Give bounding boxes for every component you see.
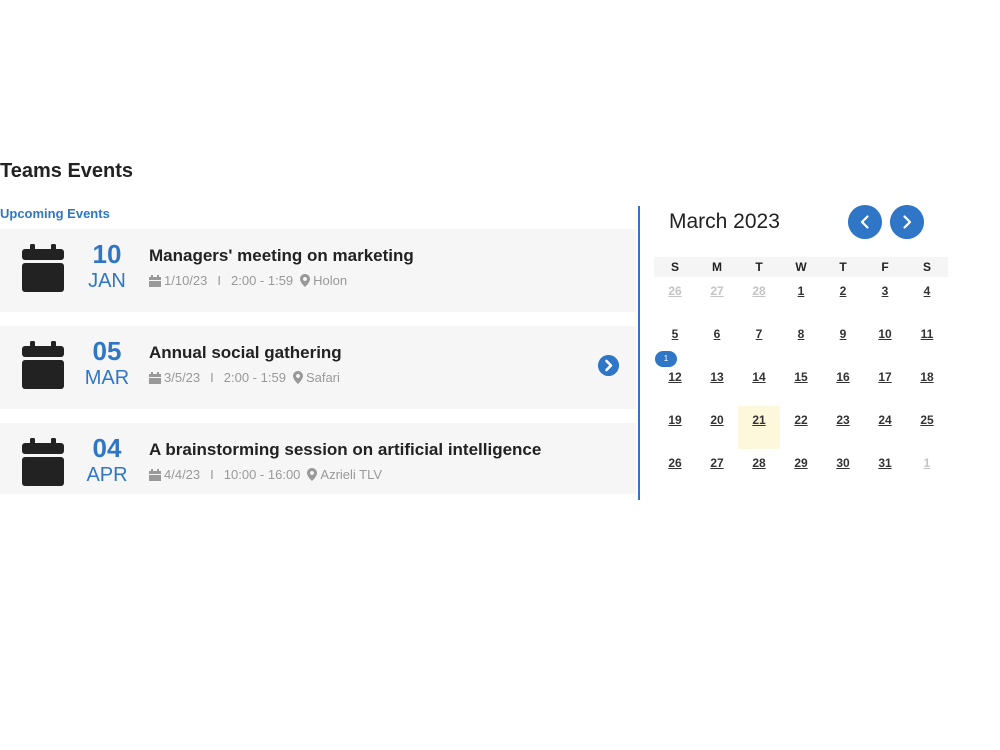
calendar-day[interactable]: 15 — [780, 363, 822, 406]
calendar-day[interactable]: 20 — [696, 406, 738, 449]
calendar-day-outside-month[interactable]: 26 — [654, 277, 696, 320]
calendar-day[interactable]: 2 — [822, 277, 864, 320]
calendar-day-with-event[interactable]: 5 1 — [654, 320, 696, 367]
calendar-day-outside-month[interactable]: 27 — [696, 277, 738, 320]
event-card[interactable]: 04 APR A brainstorming session on artifi… — [0, 423, 636, 494]
calendar-day[interactable]: 22 — [780, 406, 822, 449]
calendar-day[interactable]: 29 — [780, 449, 822, 492]
calendar-day[interactable]: 24 — [864, 406, 906, 449]
calendar-small-icon — [149, 274, 161, 287]
weekday-label: T — [755, 260, 763, 274]
calendar-day[interactable]: 17 — [864, 363, 906, 406]
calendar-day[interactable]: 4 — [906, 277, 948, 320]
meta-separator: I — [210, 467, 214, 482]
calendar-day[interactable]: 30 — [822, 449, 864, 492]
event-date-text: 3/5/23 — [164, 370, 201, 385]
weekday-header: S M T W T F S — [654, 257, 948, 277]
calendar-day[interactable]: 26 — [654, 449, 696, 492]
event-location: Azrieli TLV — [320, 467, 383, 482]
calendar-day[interactable]: 6 — [696, 320, 738, 363]
event-date-block: 04 APR — [76, 433, 138, 487]
event-date-block: 10 JAN — [76, 239, 138, 293]
meta-separator: I — [210, 370, 214, 385]
weekday-label: S — [922, 260, 931, 274]
calendar-grid: S M T W T F S 26 27 28 1 2 3 4 5 1 6 7 8… — [654, 257, 948, 492]
calendar-day[interactable]: 27 — [696, 449, 738, 492]
calendar-day[interactable]: 11 — [906, 320, 948, 363]
event-day: 05 — [92, 336, 122, 366]
event-month: MAR — [84, 367, 130, 389]
calendar-day[interactable]: 19 — [654, 406, 696, 449]
map-pin-icon — [300, 274, 311, 287]
calendar-day[interactable]: 3 — [864, 277, 906, 320]
event-card[interactable]: 05 MAR Annual social gathering 3/5/23 I … — [0, 326, 636, 409]
calendar-day[interactable]: 25 — [906, 406, 948, 449]
calendar-day[interactable]: 31 — [864, 449, 906, 492]
weekday-label: F — [881, 260, 889, 274]
chevron-left-icon[interactable] — [848, 205, 882, 239]
event-day: 04 — [92, 433, 122, 463]
event-date-text: 1/10/23 — [164, 273, 208, 288]
calendar-icon — [22, 341, 64, 389]
event-month: APR — [86, 464, 128, 486]
calendar-day[interactable]: 10 — [864, 320, 906, 363]
event-time: 2:00 - 1:59 — [223, 370, 286, 385]
calendar-day-number: 5 — [671, 327, 679, 341]
calendar-week: 26 27 28 1 2 3 4 — [654, 277, 948, 320]
calendar-icon — [22, 438, 64, 486]
weekday-label: W — [795, 260, 807, 274]
calendar-day[interactable]: 16 — [822, 363, 864, 406]
event-date-block: 05 MAR — [76, 336, 138, 390]
calendar-day-outside-month[interactable]: 1 — [906, 449, 948, 492]
calendar-week: 26 27 28 29 30 31 1 — [654, 449, 948, 492]
chevron-right-icon[interactable] — [890, 205, 924, 239]
event-meta: 3/5/23 I 2:00 - 1:59 Safari — [149, 370, 340, 385]
calendar-week: 5 1 6 7 8 9 10 11 — [654, 320, 948, 367]
calendar-day[interactable]: 9 — [822, 320, 864, 363]
event-title[interactable]: Managers' meeting on marketing — [149, 246, 414, 266]
calendar-day-today[interactable]: 21 — [738, 406, 780, 449]
event-meta: 1/10/23 I 2:00 - 1:59 Holon — [149, 273, 347, 288]
chevron-right-icon[interactable] — [598, 355, 619, 376]
calendar-day[interactable]: 14 — [738, 363, 780, 406]
event-month: JAN — [88, 270, 126, 292]
weekday-label: T — [839, 260, 847, 274]
events-list: 10 JAN Managers' meeting on marketing 1/… — [0, 229, 636, 508]
calendar-day[interactable]: 1 — [780, 277, 822, 320]
calendar-week: 12 13 14 15 16 17 18 — [654, 363, 948, 406]
event-title[interactable]: Annual social gathering — [149, 343, 342, 363]
calendar-day[interactable]: 23 — [822, 406, 864, 449]
event-card[interactable]: 10 JAN Managers' meeting on marketing 1/… — [0, 229, 636, 312]
calendar-day[interactable]: 7 — [738, 320, 780, 363]
calendar-day[interactable]: 12 — [654, 363, 696, 406]
event-time: 2:00 - 1:59 — [231, 273, 294, 288]
event-time: 10:00 - 16:00 — [223, 467, 301, 482]
calendar-month-title: March 2023 — [669, 210, 780, 233]
weekday-label: M — [712, 260, 722, 274]
page-title: Teams Events — [0, 160, 134, 182]
calendar-day[interactable]: 28 — [738, 449, 780, 492]
map-pin-icon — [292, 371, 303, 384]
calendar-day[interactable]: 8 — [780, 320, 822, 363]
calendar-day-outside-month[interactable]: 28 — [738, 277, 780, 320]
calendar-day[interactable]: 18 — [906, 363, 948, 406]
weekday-label: S — [670, 260, 679, 274]
meta-separator: I — [217, 273, 221, 288]
calendar-small-icon — [149, 468, 161, 481]
calendar-day[interactable]: 13 — [696, 363, 738, 406]
event-meta: 4/4/23 I 10:00 - 16:00 Azrieli TLV — [149, 467, 382, 482]
calendar-week: 19 20 21 22 23 24 25 — [654, 406, 948, 449]
panel-divider — [638, 206, 640, 500]
calendar-icon — [22, 244, 64, 292]
event-location: Holon — [313, 273, 348, 288]
upcoming-events-label: Upcoming Events — [0, 206, 110, 221]
event-day: 10 — [92, 239, 122, 269]
event-date-text: 4/4/23 — [164, 467, 201, 482]
map-pin-icon — [307, 468, 318, 481]
event-title[interactable]: A brainstorming session on artificial in… — [149, 440, 541, 460]
event-location: Safari — [305, 370, 340, 385]
calendar-small-icon — [149, 371, 161, 384]
